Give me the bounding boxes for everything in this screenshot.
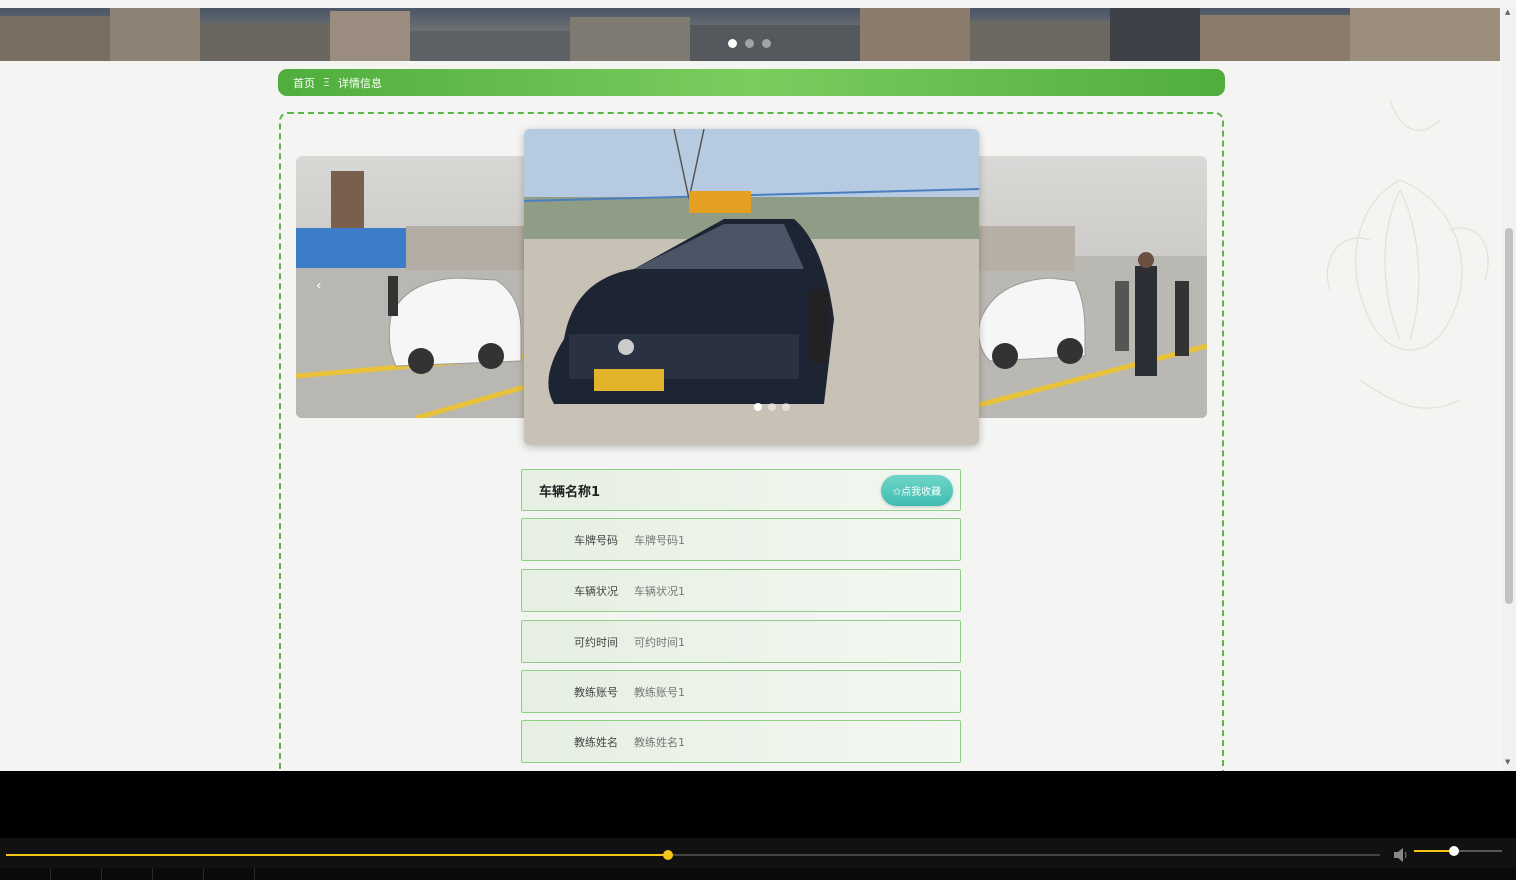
carousel-slide-active[interactable] [524, 129, 979, 445]
browser-viewport: 首页 Ξ 详情信息 ‹ 车辆名称1 ✩点我收藏 车牌号码 车牌号码1 车辆状况 … [0, 0, 1516, 771]
field-row-available-time: 可约时间 可约时间1 [521, 620, 961, 663]
field-label: 车辆状况 [574, 584, 618, 598]
field-row-coach-name: 教练姓名 教练姓名1 [521, 720, 961, 763]
volume-slider-level [1414, 850, 1454, 852]
vehicle-name: 车辆名称1 [539, 484, 601, 500]
scrollbar-thumb[interactable] [1505, 228, 1513, 604]
banner-dot[interactable] [762, 39, 771, 48]
player-button[interactable] [102, 868, 153, 880]
seek-bar-progress [6, 854, 669, 856]
carousel-dot[interactable] [782, 403, 790, 411]
field-value: 车辆状况1 [634, 584, 685, 598]
breadcrumb-home-link[interactable]: 首页 [293, 75, 315, 91]
decorative-flower-illustration [1326, 99, 1489, 409]
breadcrumb-separator-icon: Ξ [323, 76, 330, 89]
field-label: 教练姓名 [574, 735, 618, 749]
player-button[interactable] [153, 868, 204, 880]
field-value: 可约时间1 [634, 635, 685, 649]
top-banner-image [0, 8, 1500, 61]
player-button[interactable] [204, 868, 255, 880]
carousel-slide-next[interactable] [975, 156, 1207, 418]
video-player-controls [0, 771, 1516, 880]
breadcrumb: 首页 Ξ 详情信息 [278, 69, 1225, 96]
volume-slider-handle[interactable] [1448, 846, 1459, 856]
player-control-bar [0, 838, 1516, 868]
carousel-dot[interactable] [754, 403, 762, 411]
car-photo-image [975, 226, 1207, 418]
field-value: 车牌号码1 [634, 533, 685, 547]
car-photo-image [296, 171, 528, 418]
field-row-plate: 车牌号码 车牌号码1 [521, 518, 961, 561]
field-value: 教练姓名1 [634, 735, 685, 749]
car-photo-image [524, 129, 979, 445]
banner-dot[interactable] [728, 39, 737, 48]
field-value: 教练账号1 [634, 685, 685, 699]
carousel-dot[interactable] [768, 403, 776, 411]
vehicle-title-row: 车辆名称1 ✩点我收藏 [521, 469, 961, 511]
scroll-up-icon[interactable]: ▲ [1505, 8, 1510, 16]
banner-carousel-dots [728, 39, 771, 48]
carousel-slide-prev[interactable] [296, 156, 528, 418]
page-scrollbar[interactable]: ▲ ▼ [1502, 8, 1516, 771]
favorite-button[interactable]: ✩点我收藏 [881, 475, 953, 506]
player-button[interactable] [51, 868, 102, 880]
volume-icon[interactable] [1392, 847, 1410, 863]
breadcrumb-current: 详情信息 [337, 76, 382, 90]
player-button[interactable] [0, 868, 51, 880]
field-label: 车牌号码 [574, 533, 618, 547]
banner-dot[interactable] [745, 39, 754, 48]
field-label: 教练账号 [574, 685, 618, 699]
scroll-down-icon[interactable]: ▼ [1505, 758, 1510, 766]
field-row-condition: 车辆状况 车辆状况1 [521, 569, 961, 612]
field-label: 可约时间 [574, 635, 618, 649]
carousel-dots [754, 403, 790, 411]
player-bottom-strip [0, 868, 1516, 880]
field-row-coach-account: 教练账号 教练账号1 [521, 670, 961, 713]
carousel-prev-button[interactable]: ‹ [316, 278, 322, 294]
